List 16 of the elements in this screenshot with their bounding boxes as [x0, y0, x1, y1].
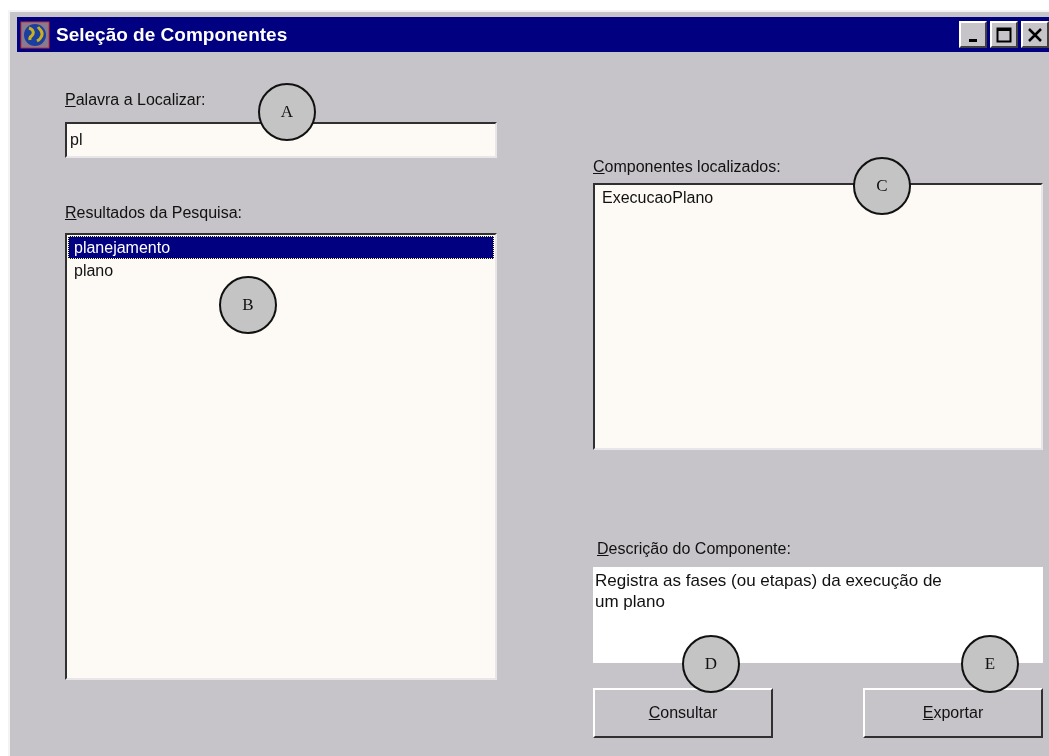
- list-label: Resultados da Pesquisa:: [65, 203, 243, 223]
- close-button[interactable]: [1021, 21, 1049, 48]
- description-label: Descrição do Componente:: [596, 539, 792, 559]
- minimize-icon: [969, 39, 977, 42]
- window-title: Seleção de Componentes: [56, 23, 289, 46]
- list-item[interactable]: planejamento: [68, 236, 494, 259]
- list-label: Componentes localizados:: [593, 157, 782, 177]
- search-field[interactable]: pl: [65, 122, 497, 158]
- field-label: Palavra a Localizar:: [65, 90, 207, 110]
- globe-icon: [20, 20, 50, 49]
- action-button[interactable]: Exportar: [863, 688, 1043, 738]
- maximize-button[interactable]: [990, 21, 1018, 48]
- close-icon: [1027, 26, 1043, 43]
- maximize-icon: [996, 26, 1012, 43]
- minimize-button[interactable]: [959, 21, 987, 48]
- action-button[interactable]: Consultar: [593, 688, 773, 738]
